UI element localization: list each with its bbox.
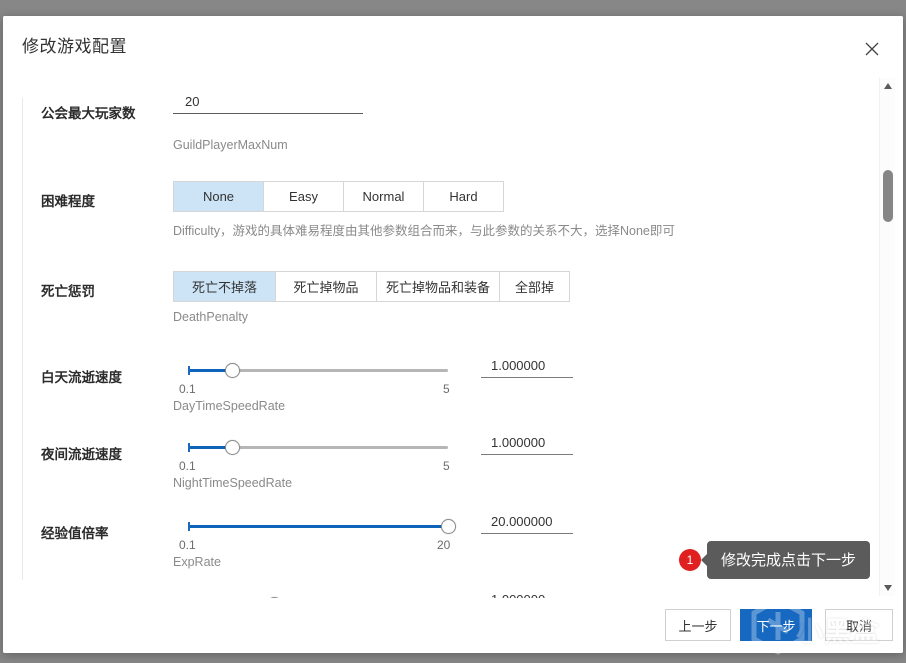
config-form-scroll-area[interactable]: 公会最大玩家数 GuildPlayerMaxNum 困难程度 None Easy… xyxy=(3,76,903,598)
difficulty-option-easy[interactable]: Easy xyxy=(264,182,344,211)
field-label: 死亡惩罚 xyxy=(41,284,95,299)
next-step-button[interactable]: 下一步 xyxy=(740,609,812,641)
difficulty-segmented-control[interactable]: None Easy Normal Hard xyxy=(173,181,504,212)
death-penalty-option-no-drop[interactable]: 死亡不掉落 xyxy=(174,272,276,301)
dialog-footer: 上一步 下一步 取消 xyxy=(3,598,903,653)
slider-min-label: 0.1 xyxy=(179,382,196,396)
field-label: 白天流逝速度 xyxy=(41,370,122,385)
slider-min-tick xyxy=(188,366,190,375)
dialog-title: 修改游戏配置 xyxy=(22,37,127,56)
previous-step-button[interactable]: 上一步 xyxy=(665,609,731,641)
nighttime-speed-rate-value-input[interactable] xyxy=(481,435,573,455)
slider-min-tick xyxy=(188,443,190,452)
coach-mark-tooltip: 1 修改完成点击下一步 xyxy=(679,541,871,579)
difficulty-option-normal[interactable]: Normal xyxy=(344,182,424,211)
triangle-down-icon[interactable] xyxy=(880,580,896,596)
field-helper: ExpRate xyxy=(173,555,221,569)
exp-rate-value-input[interactable] xyxy=(481,514,573,534)
field-helper: DeathPenalty xyxy=(173,310,249,324)
scrollbar-thumb[interactable] xyxy=(883,170,893,222)
death-penalty-segmented-control[interactable]: 死亡不掉落 死亡掉物品 死亡掉物品和装备 全部掉 xyxy=(173,271,570,302)
guild-player-max-num-input[interactable] xyxy=(173,94,363,114)
dialog-titlebar: 修改游戏配置 xyxy=(3,16,903,76)
death-penalty-option-drop-all[interactable]: 全部掉 xyxy=(500,272,569,301)
field-label: 经验值倍率 xyxy=(41,526,109,541)
slider-min-label: 0.1 xyxy=(179,538,196,552)
form-left-divider xyxy=(22,98,23,580)
slider-thumb[interactable] xyxy=(225,440,241,455)
field-helper: Difficulty，游戏的具体难易程度由其他参数组合而来，与此参数的关系不大，… xyxy=(173,224,675,238)
exp-rate-slider[interactable] xyxy=(188,517,456,537)
difficulty-option-hard[interactable]: Hard xyxy=(424,182,503,211)
slider-max-label: 5 xyxy=(443,382,450,396)
field-helper: GuildPlayerMaxNum xyxy=(173,138,288,152)
slider-min-tick xyxy=(188,522,190,531)
triangle-up-icon[interactable] xyxy=(880,78,896,94)
field-helper: DayTimeSpeedRate xyxy=(173,399,286,413)
close-icon[interactable] xyxy=(857,36,887,62)
difficulty-option-none[interactable]: None xyxy=(174,182,264,211)
field-label: 夜间流逝速度 xyxy=(41,447,122,462)
death-penalty-option-drop-items[interactable]: 死亡掉物品 xyxy=(276,272,377,301)
vertical-scrollbar[interactable] xyxy=(879,78,895,596)
coach-message: 修改完成点击下一步 xyxy=(700,541,871,579)
slider-max-label: 20 xyxy=(437,538,451,552)
slider-thumb[interactable] xyxy=(441,519,456,534)
slider-thumb[interactable] xyxy=(225,363,241,378)
nighttime-speed-rate-slider[interactable] xyxy=(188,438,448,458)
cancel-button[interactable]: 取消 xyxy=(825,609,893,641)
slider-max-label: 5 xyxy=(443,459,450,473)
slider-track-fill xyxy=(188,525,448,528)
slider-min-label: 0.1 xyxy=(179,459,196,473)
field-helper: NightTimeSpeedRate xyxy=(173,476,293,490)
daytime-speed-rate-slider[interactable] xyxy=(188,361,448,381)
field-label: 公会最大玩家数 xyxy=(41,106,136,121)
daytime-speed-rate-value-input[interactable] xyxy=(481,358,573,378)
death-penalty-option-drop-items-gear[interactable]: 死亡掉物品和装备 xyxy=(377,272,500,301)
coach-step-badge: 1 xyxy=(679,549,701,571)
field-label: 困难程度 xyxy=(41,194,95,209)
